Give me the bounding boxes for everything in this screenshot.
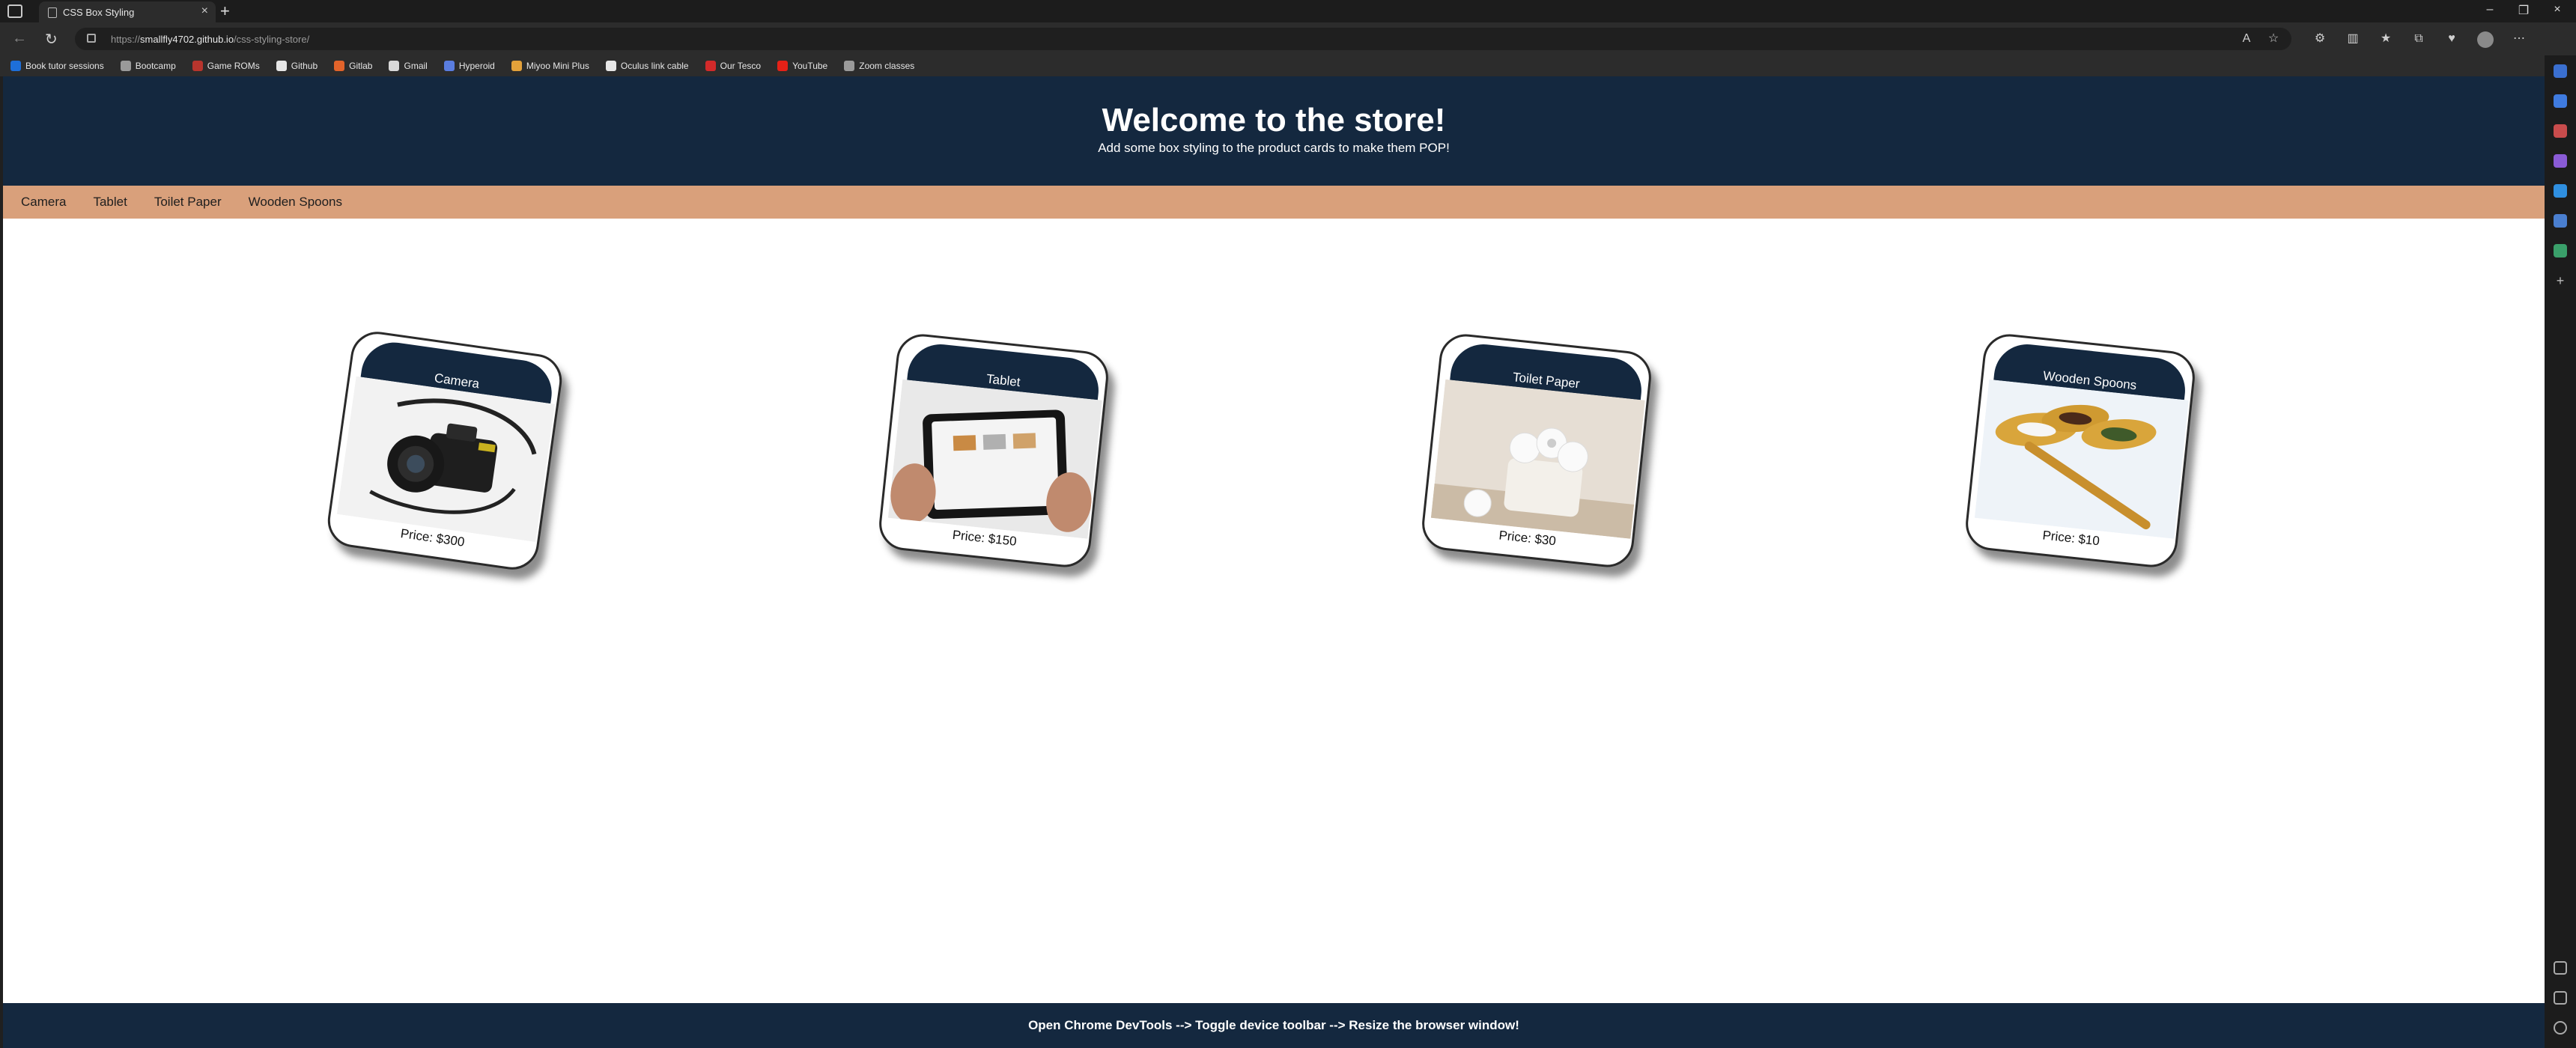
lock-icon [87,34,96,43]
address-bar[interactable]: https://smallfly4702.github.io/css-styli… [75,28,2291,50]
product-card-toilet-paper[interactable]: Toilet Paper Price: $30 [1419,331,1654,570]
github-icon [276,61,287,71]
copilot-icon[interactable] [2554,64,2567,78]
product-card-wooden-spoons[interactable]: Wooden Spoons Price: $10 [1963,331,2198,570]
restore-icon[interactable]: ❐ [2512,3,2535,18]
bookmark-item[interactable]: Miyoo Mini Plus [511,61,589,71]
game-icon [192,61,203,71]
nav-link-toilet-paper[interactable]: Toilet Paper [151,190,225,214]
edge-sidebar: + [2545,55,2576,1048]
bookmark-item[interactable]: Zoom classes [844,61,914,71]
tab-strip: CSS Box Styling × + – ❐ × [0,0,2576,22]
office-icon[interactable] [2554,214,2567,228]
collections-icon[interactable]: ⧉ [2411,31,2426,46]
bookmark-item[interactable]: Gitlab [334,61,372,71]
toolbar-icons: ⚙ ▥ ★ ⧉ ♥ ⋯ [2312,31,2527,48]
external-link-icon[interactable] [2554,991,2567,1005]
calendar-icon [10,61,21,71]
bookmark-label: Book tutor sessions [25,61,104,71]
arrow-icon [844,61,855,71]
nav-link-camera[interactable]: Camera [18,190,69,214]
drop-icon[interactable] [2554,244,2567,258]
bookmark-label: Github [291,61,318,71]
bookmark-label: Game ROMs [207,61,260,71]
site-footer: Open Chrome DevTools --> Toggle device t… [3,1003,2545,1048]
tesco-icon [705,61,716,71]
bookmark-label: Bootcamp [135,61,176,71]
bookmark-label: Gmail [404,61,428,71]
tools-icon[interactable] [2554,154,2567,168]
bookmark-label: Oculus link cable [620,61,689,71]
bookmark-label: Our Tesco [720,61,762,71]
url-text[interactable]: https://smallfly4702.github.io/css-styli… [111,34,309,45]
bookmark-label: Hyperoid [458,61,495,71]
nav-link-tablet[interactable]: Tablet [90,190,130,214]
bookmark-label: Gitlab [349,61,373,71]
bookmark-item[interactable]: YouTube [777,61,827,71]
split-screen-icon[interactable]: ▥ [2345,31,2360,46]
toilet-paper-photo [1430,379,1645,539]
camera-photo [336,376,556,543]
page-subtitle: Add some box styling to the product card… [1098,141,1450,155]
close-tab-icon[interactable]: × [201,4,208,18]
bookmark-item[interactable]: Our Tesco [705,61,761,71]
back-icon[interactable]: ← [12,30,27,47]
search-icon[interactable] [2554,94,2567,108]
read-aloud-icon[interactable]: A [2239,31,2254,46]
bookmark-item[interactable]: Book tutor sessions [10,61,104,71]
arrow-icon [120,61,131,71]
doc-icon [605,61,616,71]
tab-title: CSS Box Styling [63,7,135,18]
bookmark-label: Miyoo Mini Plus [526,61,589,71]
bookmark-item[interactable]: Game ROMs [192,61,260,71]
folder-icon [511,61,522,71]
product-card-tablet[interactable]: Tablet Price: $150 [876,331,1111,570]
close-window-icon[interactable]: × [2546,3,2569,16]
new-tab-icon[interactable]: + [220,1,230,21]
bookmark-item[interactable]: Hyperoid [443,61,495,71]
product-cards: Camera Price: $300 Tablet Price: $150 To… [3,219,2545,573]
site-header: Welcome to the store! Add some box styli… [3,76,2545,186]
bookmark-item[interactable]: Oculus link cable [605,61,689,71]
product-card-camera[interactable]: Camera Price: $300 [324,328,565,573]
more-menu-icon[interactable]: ⋯ [2512,31,2527,46]
youtube-icon [777,61,789,71]
page-favicon-icon [48,7,57,18]
outlook-icon[interactable] [2554,184,2567,198]
active-tab[interactable]: CSS Box Styling × [39,1,216,22]
extensions-icon[interactable]: ⚙ [2312,31,2327,46]
bookmark-item[interactable]: Github [276,61,318,71]
page-title: Welcome to the store! [1102,102,1446,138]
gmail-icon [389,61,400,71]
wooden-spoons-photo [1974,379,2189,539]
bookmark-label: YouTube [792,61,828,71]
hyperoid-icon [443,61,455,71]
tablet-photo [887,379,1102,539]
nav-link-wooden-spoons[interactable]: Wooden Spoons [246,190,345,214]
bookmark-item[interactable]: Bootcamp [120,61,176,71]
gitlab-icon [334,61,345,71]
profile-avatar[interactable] [2477,31,2494,48]
page-viewport: Welcome to the store! Add some box styli… [3,76,2545,1048]
minimize-icon[interactable]: – [2479,3,2501,16]
favorites-icon[interactable]: ★ [2378,31,2393,46]
reload-icon[interactable]: ↻ [45,30,58,49]
sidebar-toggle-icon[interactable] [2554,961,2567,975]
add-sidebar-app-icon[interactable]: + [2554,274,2567,287]
favorite-star-icon[interactable]: ☆ [2266,31,2281,46]
bookmarks-bar: Book tutor sessions Bootcamp Game ROMs Gith… [0,55,2576,76]
tab-actions-icon[interactable] [7,4,22,18]
product-nav: Camera Tablet Toilet Paper Wooden Spoons [3,186,2545,219]
shopping-icon[interactable] [2554,124,2567,138]
bookmark-item[interactable]: Gmail [389,61,428,71]
settings-gear-icon[interactable] [2554,1021,2567,1035]
bookmark-label: Zoom classes [859,61,915,71]
performance-icon[interactable]: ♥ [2444,31,2459,46]
address-toolbar: ← ↻ https://smallfly4702.github.io/css-s… [0,22,2576,55]
